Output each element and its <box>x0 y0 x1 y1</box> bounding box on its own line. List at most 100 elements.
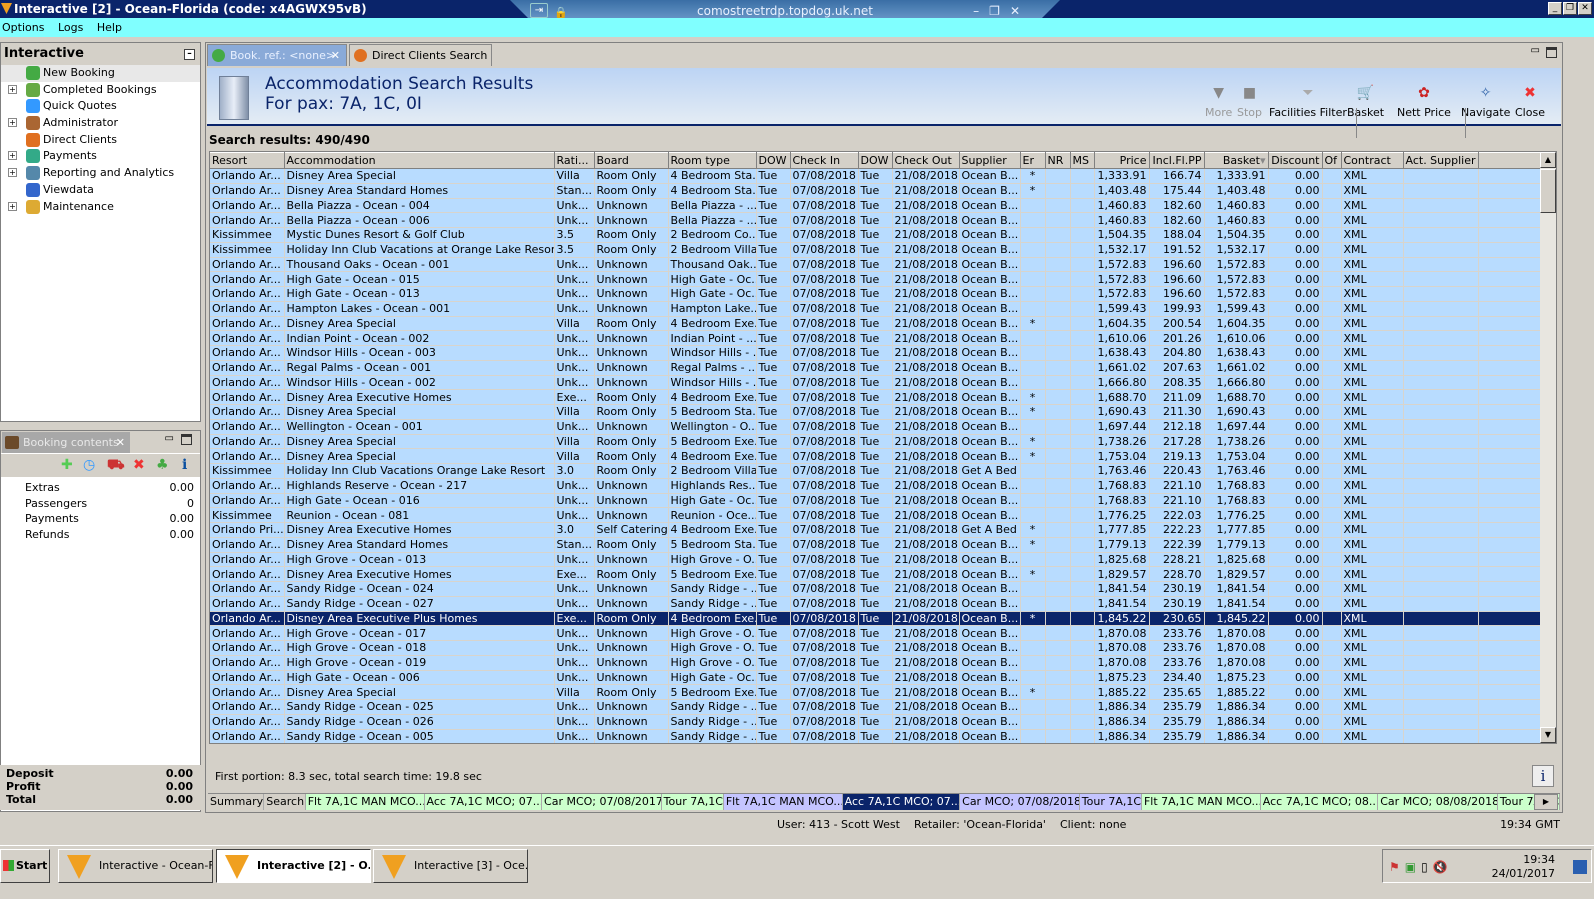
column-header[interactable]: DOW <box>756 152 791 169</box>
column-header[interactable]: MS <box>1070 152 1095 169</box>
column-header[interactable]: Of <box>1322 152 1342 169</box>
table-row[interactable]: Orlando Ar... Disney Area Standard Homes S… <box>210 537 1543 553</box>
sidebar-item-completed-bookings[interactable]: + Completed Bookings <box>1 82 200 99</box>
segment-tab[interactable]: Summary <box>208 794 265 810</box>
tab-booking-ref[interactable]: Book. ref.: <none> ✕ <box>207 44 347 66</box>
column-header[interactable]: Act. Supplier <box>1403 152 1479 169</box>
table-row[interactable]: Kissimmee Reunion - Ocean - 081 Unk... Unkn… <box>210 507 1543 523</box>
table-row[interactable]: Orlando Ar... Disney Area Executive Homes… <box>210 389 1543 405</box>
table-row[interactable]: Orlando Ar... Thousand Oaks - Ocean - 001… <box>210 257 1543 273</box>
table-row[interactable]: Orlando Ar... Sandy Ridge - Ocean - 005 Un… <box>210 729 1543 743</box>
segment-tab[interactable]: Acc 7A,1C MCO; 07... <box>424 794 543 810</box>
expand-icon[interactable]: + <box>8 168 17 178</box>
table-row[interactable]: Orlando Ar... Highlands Reserve - Ocean -… <box>210 478 1543 494</box>
computer-icon[interactable]: ▯ <box>1421 860 1433 874</box>
rdp-restore-button[interactable]: ❐ <box>989 4 1010 18</box>
table-row[interactable]: Orlando Ar... Windsor Hills - Ocean - 002… <box>210 375 1543 391</box>
menu-logs[interactable]: Logs <box>58 21 83 34</box>
taskbar-task[interactable]: Interactive [2] - O... <box>216 849 371 883</box>
collapse-panel-button[interactable]: – <box>184 49 195 60</box>
taskbar-task[interactable]: Interactive [3] - Oce... <box>373 849 528 883</box>
minimize-icon[interactable]: ▭ <box>1531 45 1540 56</box>
info-button[interactable]: i <box>1532 765 1554 787</box>
pin-icon[interactable]: ⇥ <box>530 3 548 18</box>
segment-tab[interactable]: Flt 7A,1C MAN MCO... <box>305 794 425 810</box>
scroll-down-arrow-icon[interactable]: ▼ <box>1540 727 1556 743</box>
table-row[interactable]: Orlando Ar... High Gate - Ocean - 015 Unk.… <box>210 271 1543 287</box>
sidebar-item-quick-quotes[interactable]: Quick Quotes <box>1 98 200 115</box>
expand-icon[interactable]: + <box>8 118 17 128</box>
column-header[interactable]: Resort <box>210 152 285 169</box>
segment-tab[interactable]: Acc 7A,1C MCO; 07... <box>842 794 961 810</box>
column-header[interactable]: Accommodation <box>284 152 555 169</box>
minimize-button[interactable]: _ <box>1548 2 1562 15</box>
table-row[interactable]: Orlando Ar... Windsor Hills - Ocean - 003… <box>210 345 1543 361</box>
table-row[interactable]: Orlando Ar... Disney Area Special Villa Roo… <box>210 168 1543 184</box>
scroll-right-arrow-icon[interactable]: ▶ <box>1534 794 1558 810</box>
table-row[interactable]: Orlando Ar... Disney Area Special Villa Roo… <box>210 316 1543 332</box>
column-header[interactable]: Rati... <box>554 152 595 169</box>
close-tab-icon[interactable]: ✕ <box>116 432 125 453</box>
column-header[interactable]: Room type <box>668 152 757 169</box>
rdp-minimize-button[interactable]: – <box>973 4 989 18</box>
sidebar-item-viewdata[interactable]: Viewdata <box>1 182 200 199</box>
column-header[interactable]: Er <box>1020 152 1046 169</box>
volume-muted-icon[interactable]: 🔇 <box>1433 860 1453 874</box>
scroll-thumb[interactable] <box>1540 169 1556 213</box>
network-icon[interactable]: ▣ <box>1405 860 1421 874</box>
close-window-button[interactable]: ✕ <box>1578 2 1592 15</box>
rdp-close-button[interactable]: ✕ <box>1010 4 1030 18</box>
expand-icon[interactable]: + <box>8 201 17 211</box>
column-header[interactable]: Contract <box>1341 152 1404 169</box>
sidebar-item-direct-clients[interactable]: Direct Clients <box>1 132 200 149</box>
delete-icon[interactable]: ✖ <box>133 458 145 472</box>
facilities-filter-button[interactable]: ⏷ Facilities Filter <box>1269 85 1347 119</box>
segment-tab[interactable]: Flt 7A,1C MAN MCO... <box>1141 794 1261 810</box>
stop-button[interactable]: ■ Stop <box>1237 85 1262 119</box>
table-row[interactable]: Orlando Ar... High Gate - Ocean - 006 Unk.… <box>210 670 1543 686</box>
nett-price-button[interactable]: ✿ Nett Price <box>1397 85 1451 119</box>
info-icon[interactable]: i <box>182 458 187 472</box>
column-header[interactable]: Discount <box>1268 152 1323 169</box>
flag-icon[interactable]: ⚑ <box>1389 860 1405 874</box>
clock-icon[interactable]: ◷ <box>83 458 95 472</box>
minimize-icon[interactable]: ▭ <box>165 433 174 444</box>
maximize-icon[interactable] <box>181 434 192 445</box>
basket-button[interactable]: 🛒 Basket <box>1347 85 1384 119</box>
table-row[interactable]: Orlando Ar... Disney Area Special Villa Roo… <box>210 684 1543 700</box>
segment-tab[interactable]: Tour 7A,1C <box>1079 794 1142 810</box>
segment-tab[interactable]: Car MCO; 07/08/2018 <box>960 794 1080 810</box>
table-row[interactable]: Orlando Ar... High Grove - Ocean - 018 Unk… <box>210 640 1543 656</box>
table-row[interactable]: Orlando Ar... Disney Area Special Villa Roo… <box>210 448 1543 464</box>
restore-button[interactable]: ❐ <box>1563 2 1577 15</box>
table-row[interactable]: Orlando Ar... Disney Area Standard Homes S… <box>210 183 1543 199</box>
sidebar-item-administrator[interactable]: + Administrator <box>1 115 200 132</box>
table-row[interactable]: Orlando Ar... High Grove - Ocean - 017 Unk… <box>210 625 1543 641</box>
tab-direct-clients-search[interactable]: Direct Clients Search <box>349 44 492 66</box>
table-row[interactable]: Orlando Ar... Sandy Ridge - Ocean - 024 Un… <box>210 581 1543 597</box>
sidebar-item-maintenance[interactable]: + Maintenance <box>1 199 200 216</box>
column-header[interactable]: Check Out <box>892 152 960 169</box>
table-row[interactable]: Orlando Ar... Sandy Ridge - Ocean - 027 Un… <box>210 596 1543 612</box>
sidebar-item-new-booking[interactable]: New Booking <box>1 65 200 82</box>
table-row[interactable]: Orlando Ar... High Gate - Ocean - 013 Unk.… <box>210 286 1543 302</box>
navigate-button[interactable]: ✧ Navigate <box>1461 85 1510 119</box>
table-row[interactable]: Orlando Ar... Bella Piazza - Ocean - 006 U… <box>210 212 1543 228</box>
vertical-scrollbar[interactable]: ▲ ▼ <box>1540 152 1556 743</box>
table-row[interactable]: Orlando Ar... High Grove - Ocean - 013 Unk… <box>210 552 1543 568</box>
table-row[interactable]: Orlando Ar... High Grove - Ocean - 019 Unk… <box>210 655 1543 671</box>
close-button[interactable]: ✖ Close <box>1515 85 1545 119</box>
table-row[interactable]: Kissimmee Holiday Inn Club Vacations Oran… <box>210 463 1543 479</box>
table-row[interactable]: Orlando Ar... Disney Area Special Villa Roo… <box>210 434 1543 450</box>
table-row[interactable]: Orlando Ar... Hampton Lakes - Ocean - 001… <box>210 301 1543 317</box>
table-row[interactable]: Orlando Ar... Disney Area Executive Plus … <box>210 611 1543 627</box>
maximize-icon[interactable] <box>1546 47 1557 58</box>
column-header[interactable]: Basket▾ <box>1204 152 1269 169</box>
table-row[interactable]: Orlando Ar... Indian Point - Ocean - 002 U… <box>210 330 1543 346</box>
palm-tree-icon[interactable]: ♣ <box>156 458 169 472</box>
segment-tab[interactable]: Acc 7A,1C MCO; 08... <box>1260 794 1379 810</box>
add-icon[interactable]: ✚ <box>61 458 73 472</box>
column-header[interactable]: Price <box>1094 152 1150 169</box>
table-row[interactable]: Orlando Ar... Wellington - Ocean - 001 Unk… <box>210 419 1543 435</box>
segment-tab[interactable]: Tour 7A,1C <box>661 794 724 810</box>
